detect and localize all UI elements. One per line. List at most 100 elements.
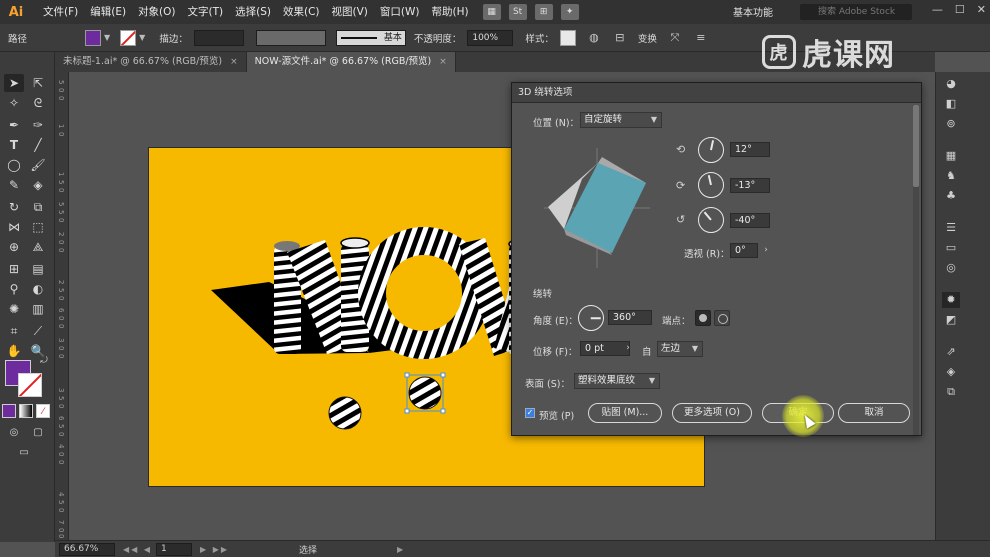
artboard-tool-icon[interactable]: ⌗ [4, 322, 24, 340]
symbol-sprayer-tool-icon[interactable]: ✺ [4, 300, 24, 318]
perspective-grid-tool-icon[interactable]: ⟁ [28, 238, 48, 256]
export-panel-icon[interactable]: ⇗ [942, 344, 960, 360]
lasso-tool-icon[interactable]: ᘓ [28, 94, 48, 112]
cap-off-button[interactable] [714, 310, 730, 326]
color-mode-icon[interactable] [2, 404, 16, 418]
ellipse-tool-icon[interactable]: ◯ [4, 156, 24, 174]
position-dropdown[interactable]: 自定旋转 ▼ [580, 112, 662, 128]
fill-color-swatch[interactable] [85, 29, 102, 46]
cap-on-button[interactable] [695, 310, 711, 326]
status-menu-icon[interactable]: ▶ [397, 545, 403, 554]
menu-view[interactable]: 视图(V) [326, 0, 374, 24]
stroke-panel-icon[interactable]: ☰ [942, 220, 960, 236]
minimize-icon[interactable]: — [932, 3, 943, 16]
symbols-panel-icon[interactable]: ♞ [942, 168, 960, 184]
artboard-nav-next[interactable]: ▶ ▶▶ [200, 545, 229, 554]
line-tool-icon[interactable]: ╱ [28, 136, 48, 154]
transform-label[interactable]: 变换 [638, 31, 657, 45]
eyedropper-tool-icon[interactable]: ⚲ [4, 280, 24, 298]
appearance-active-icon[interactable]: ✹ [942, 292, 960, 308]
pen-tool-icon[interactable]: ✒ [4, 116, 24, 134]
arrange-documents-icon[interactable]: ▦ [482, 4, 501, 20]
brush-definition-dropdown[interactable]: 基本 [335, 29, 406, 46]
panel-menu-icon[interactable]: ≡ [693, 30, 709, 46]
shape-builder-tool-icon[interactable]: ⊕ [4, 238, 24, 256]
variable-width-profile[interactable] [255, 29, 326, 46]
x-rotation-input[interactable]: 12° [730, 142, 770, 157]
direct-selection-tool-icon[interactable]: ⇱ [28, 74, 48, 92]
z-rotation-input[interactable]: -40° [730, 213, 770, 228]
y-rotation-dial[interactable] [698, 172, 724, 198]
screen-mode-icon[interactable]: ▭ [14, 444, 34, 462]
column-graph-tool-icon[interactable]: ▥ [28, 300, 48, 318]
x-rotation-dial[interactable] [698, 137, 724, 163]
menu-help[interactable]: 帮助(H) [426, 0, 475, 24]
draw-mode-icon[interactable]: ◎ [4, 424, 24, 442]
surface-dropdown[interactable]: 塑料效果底纹 ▼ [574, 373, 660, 389]
cancel-button[interactable]: 取消 [838, 403, 910, 423]
rotation-cube-preview[interactable] [542, 143, 652, 273]
free-transform-tool-icon[interactable]: ⬚ [28, 218, 48, 236]
tab-now-source[interactable]: NOW-源文件.ai* @ 66.67% (RGB/预览) × [246, 52, 456, 72]
isolate-icon[interactable]: ⤧ [667, 30, 683, 46]
swatches-panel-icon[interactable]: ▦ [942, 148, 960, 164]
adobe-stock-icon[interactable]: St [508, 4, 527, 20]
type-tool-icon[interactable]: T [4, 136, 24, 154]
color-panel-icon[interactable]: ◕ [942, 76, 960, 92]
graphic-styles-icon[interactable]: ◩ [942, 312, 960, 328]
angle-input[interactable]: 360° [608, 310, 652, 325]
recolor-artwork-icon[interactable]: ◍ [586, 30, 602, 46]
chevron-down-icon[interactable]: ▼ [104, 33, 110, 42]
y-rotation-input[interactable]: -13° [730, 178, 770, 193]
angle-dial[interactable] [578, 305, 604, 331]
stroke-color-swatch[interactable] [120, 29, 137, 46]
stroke-weight-input[interactable] [193, 29, 244, 46]
close-icon[interactable]: × [439, 52, 447, 72]
close-icon[interactable]: × [230, 52, 238, 72]
stroke-color-swatch[interactable] [18, 373, 42, 397]
menu-file[interactable]: 文件(F) [37, 0, 84, 24]
artboard-nav-prev[interactable]: ◀◀ ◀ [123, 545, 152, 554]
chevron-right-icon[interactable]: › [622, 341, 634, 356]
selection-tool-icon[interactable]: ➤ [4, 74, 24, 92]
opacity-input[interactable]: 100% [467, 29, 514, 46]
more-options-button[interactable]: 更多选项 (O) [672, 403, 752, 423]
graphic-style-swatch[interactable] [559, 29, 576, 46]
artboard-number-input[interactable]: 1 [156, 542, 192, 556]
map-art-button[interactable]: 贴图 (M)... [588, 403, 662, 423]
shaper-tool-icon[interactable]: ✎ [4, 176, 24, 194]
mesh-tool-icon[interactable]: ⊞ [4, 260, 24, 278]
zoom-level-input[interactable]: 66.67% [59, 542, 115, 556]
blend-tool-icon[interactable]: ◐ [28, 280, 48, 298]
eraser-tool-icon[interactable]: ◈ [28, 176, 48, 194]
gradient-panel-icon[interactable]: ▭ [942, 240, 960, 256]
slice-tool-icon[interactable]: ⟋ [28, 322, 48, 340]
menu-type[interactable]: 文字(T) [182, 0, 230, 24]
z-rotation-dial[interactable] [698, 207, 724, 233]
gradient-tool-icon[interactable]: ▤ [28, 260, 48, 278]
magic-wand-tool-icon[interactable]: ✧ [4, 94, 24, 112]
width-tool-icon[interactable]: ⋈ [4, 218, 24, 236]
layers-panel-icon[interactable]: ◈ [942, 364, 960, 380]
color-guide-icon[interactable]: ◧ [942, 96, 960, 112]
layout-grid-icon[interactable]: ⊞ [534, 4, 553, 20]
gpu-performance-icon[interactable]: ✦ [560, 4, 579, 20]
menu-effect[interactable]: 效果(C) [277, 0, 326, 24]
draw-inside-icon[interactable]: ▢ [28, 424, 48, 442]
perspective-input[interactable]: 0° [730, 243, 758, 258]
from-dropdown[interactable]: 左边 ▼ [657, 341, 703, 357]
paintbrush-tool-icon[interactable]: 🖌 [28, 156, 48, 174]
brushes-panel-icon[interactable]: ♣ [942, 188, 960, 204]
maximize-icon[interactable]: ☐ [955, 3, 965, 16]
menu-object[interactable]: 对象(O) [132, 0, 181, 24]
stock-search-input[interactable]: 搜索 Adobe Stock [800, 4, 912, 20]
artboards-panel-icon[interactable]: ⧉ [942, 384, 960, 400]
scale-tool-icon[interactable]: ⧉ [28, 198, 48, 216]
hand-tool-icon[interactable]: ✋ [4, 342, 24, 360]
gradient-mode-icon[interactable] [19, 404, 33, 418]
swap-fill-stroke-icon[interactable]: ⤾ [34, 352, 54, 370]
workspace-switcher[interactable]: 基本功能 [733, 4, 773, 19]
tab-untitled[interactable]: 未标题-1.ai* @ 66.67% (RGB/预览) × [55, 52, 247, 72]
dialog-scrollbar[interactable] [913, 105, 919, 435]
none-mode-icon[interactable]: ⁄ [36, 404, 50, 418]
